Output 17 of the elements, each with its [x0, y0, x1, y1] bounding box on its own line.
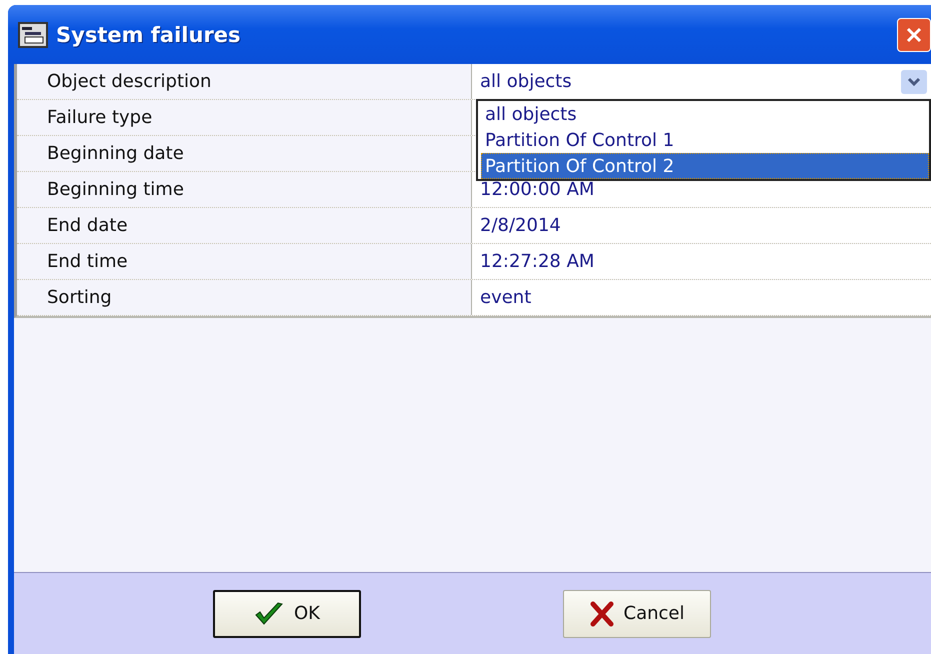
cancel-button[interactable]: Cancel [563, 590, 711, 638]
dropdown-field[interactable]: all objects [472, 64, 931, 99]
dropdown-option[interactable]: all objects [481, 101, 929, 127]
dropdown-option[interactable]: Partition Of Control 1 [481, 127, 929, 153]
property-value[interactable]: event [472, 280, 931, 315]
property-value[interactable]: 12:27:28 AM [472, 244, 931, 279]
window-icon [18, 22, 48, 48]
dropdown-button[interactable] [901, 70, 927, 94]
checkmark-icon [254, 600, 284, 626]
chevron-down-icon [907, 76, 921, 86]
cross-icon [590, 600, 614, 626]
close-icon [905, 26, 923, 44]
window-title: System failures [56, 22, 242, 46]
ok-button[interactable]: OK [213, 590, 361, 638]
dropdown-option[interactable]: Partition Of Control 2 [481, 153, 929, 179]
close-button[interactable] [897, 18, 931, 52]
property-value[interactable]: 2/8/2014 [472, 208, 931, 243]
